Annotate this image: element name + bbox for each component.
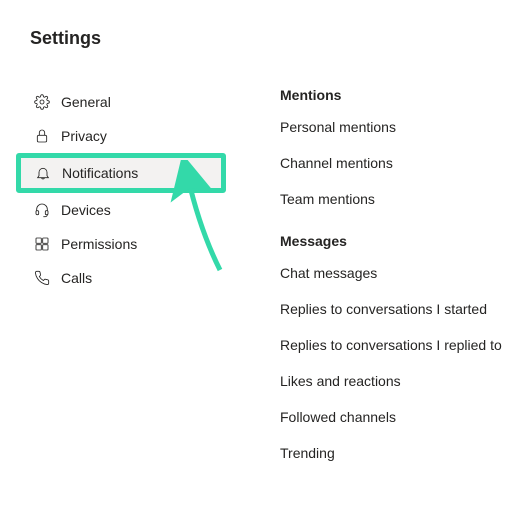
headset-icon [32,201,51,220]
option-replies-started[interactable]: Replies to conversations I started [280,301,502,317]
gear-icon [32,93,51,112]
sidebar-item-devices[interactable]: Devices [20,193,220,227]
option-channel-mentions[interactable]: Channel mentions [280,155,502,171]
highlight-box: Notifications [16,153,226,193]
option-likes-reactions[interactable]: Likes and reactions [280,373,502,389]
content-area: General Privacy Notifications Devices [0,85,512,487]
sidebar-item-label: Privacy [61,129,107,143]
option-team-mentions[interactable]: Team mentions [280,191,502,207]
sidebar-item-calls[interactable]: Calls [20,261,220,295]
sidebar-item-general[interactable]: General [20,85,220,119]
option-trending[interactable]: Trending [280,445,502,461]
sidebar-item-label: Notifications [62,166,138,180]
sidebar-item-notifications[interactable]: Notifications [21,158,221,188]
sidebar-item-privacy[interactable]: Privacy [20,119,220,153]
sidebar-item-permissions[interactable]: Permissions [20,227,220,261]
sidebar-item-label: Permissions [61,237,137,251]
bell-icon [33,164,52,183]
option-followed-channels[interactable]: Followed channels [280,409,502,425]
section-mentions: Mentions Personal mentions Channel menti… [280,87,502,207]
option-chat-messages[interactable]: Chat messages [280,265,502,281]
apps-icon [32,235,51,254]
section-messages: Messages Chat messages Replies to conver… [280,233,502,461]
sidebar: General Privacy Notifications Devices [0,85,220,487]
phone-icon [32,269,51,288]
sidebar-item-label: Calls [61,271,92,285]
section-title-mentions: Mentions [280,87,502,103]
sidebar-item-label: Devices [61,203,111,217]
section-title-messages: Messages [280,233,502,249]
page-title: Settings [0,0,512,49]
main-panel: Mentions Personal mentions Channel menti… [220,85,502,487]
option-personal-mentions[interactable]: Personal mentions [280,119,502,135]
sidebar-item-label: General [61,95,111,109]
lock-icon [32,127,51,146]
option-replies-replied[interactable]: Replies to conversations I replied to [280,337,502,353]
